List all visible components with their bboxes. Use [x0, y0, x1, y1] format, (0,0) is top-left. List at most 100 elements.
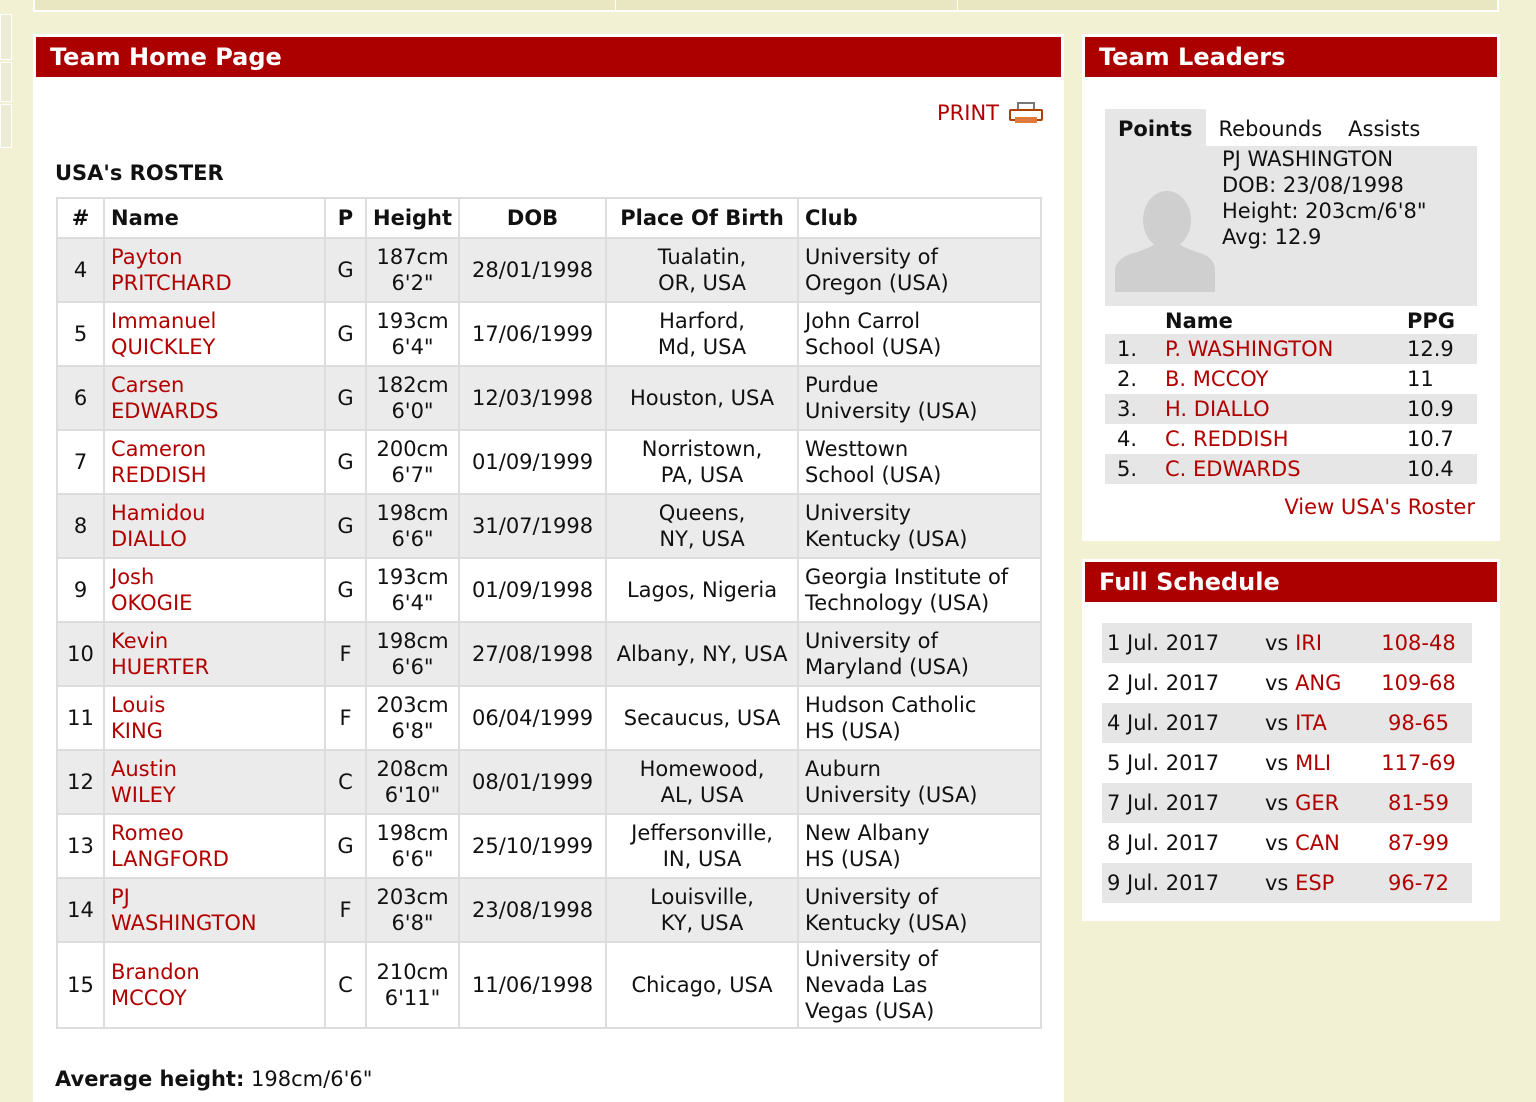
- player-name-link[interactable]: Josh OKOGIE: [103, 557, 326, 623]
- player-name-link-line[interactable]: REDDISH: [111, 462, 318, 488]
- player-number: 13: [56, 813, 105, 879]
- player-name-link-line[interactable]: WILEY: [111, 782, 318, 808]
- game-score-cell[interactable]: 96-72: [1365, 863, 1472, 903]
- tab-points[interactable]: Points: [1105, 109, 1206, 146]
- player-name-link[interactable]: Brandon MCCOY: [103, 941, 326, 1029]
- player-name-link-line[interactable]: WASHINGTON: [111, 910, 318, 936]
- roster-header-row: # Name P Height DOB Place Of Birth Club: [56, 197, 1042, 239]
- player-number-line: 12: [67, 770, 94, 794]
- leader-name-link[interactable]: C. EDWARDS: [1165, 457, 1301, 481]
- player-name-link-line[interactable]: Immanuel: [111, 308, 318, 334]
- player-height-line: 6'6": [391, 527, 434, 551]
- tab-rebounds[interactable]: Rebounds: [1206, 109, 1336, 146]
- player-name-link-line[interactable]: Romeo: [111, 820, 318, 846]
- player-name-link-line[interactable]: MCCOY: [111, 985, 318, 1011]
- nav-separator: [615, 0, 616, 10]
- player-name-link[interactable]: Carsen EDWARDS: [103, 365, 326, 431]
- player-name-link-line[interactable]: Louis: [111, 692, 318, 718]
- game-score-link[interactable]: 109-68: [1381, 671, 1455, 695]
- leader-name-cell[interactable]: C. REDDISH: [1165, 424, 1407, 454]
- opponent-link[interactable]: ITA: [1295, 711, 1327, 735]
- opponent-link[interactable]: GER: [1295, 791, 1339, 815]
- leader-name-link[interactable]: H. DIALLO: [1165, 397, 1270, 421]
- player-name-link-line[interactable]: PJ: [111, 884, 318, 910]
- leader-name-link[interactable]: B. MCCOY: [1165, 367, 1268, 391]
- player-name-link-line[interactable]: Brandon: [111, 959, 318, 985]
- player-height-line: 182cm: [376, 373, 449, 397]
- game-score-cell[interactable]: 81-59: [1365, 783, 1472, 823]
- print-label[interactable]: PRINT: [937, 101, 999, 125]
- game-score-cell[interactable]: 108-48: [1365, 623, 1472, 663]
- player-birthplace-line: Lagos, Nigeria: [626, 578, 778, 602]
- player-name-link-line[interactable]: Payton: [111, 244, 318, 270]
- player-club: Purdue University (USA): [797, 365, 1042, 431]
- player-name-link-line[interactable]: DIALLO: [111, 526, 318, 552]
- player-name-link-line[interactable]: HUERTER: [111, 654, 318, 680]
- player-height-line: 193cm: [376, 309, 449, 333]
- left-edge-tab[interactable]: [0, 104, 12, 148]
- print-link[interactable]: PRINT: [937, 101, 1043, 125]
- game-score-cell[interactable]: 87-99: [1365, 823, 1472, 863]
- player-name-link-line[interactable]: Kevin: [111, 628, 318, 654]
- player-name-link-line[interactable]: LANGFORD: [111, 846, 318, 872]
- schedule-row: 7 Jul. 2017 vs GER 81-59: [1102, 783, 1472, 823]
- vs-label: vs: [1265, 751, 1289, 775]
- player-name-link-line[interactable]: QUICKLEY: [111, 334, 318, 360]
- player-club-line: University (USA): [805, 783, 978, 807]
- leader-name-cell[interactable]: P. WASHINGTON: [1165, 334, 1407, 364]
- player-club: University Kentucky (USA): [797, 493, 1042, 559]
- game-score-link[interactable]: 81-59: [1388, 791, 1449, 815]
- player-name-link-line[interactable]: Hamidou: [111, 500, 318, 526]
- player-name-link-line[interactable]: KING: [111, 718, 318, 744]
- leader-name-link[interactable]: P. WASHINGTON: [1165, 337, 1333, 361]
- player-club-line: HS (USA): [805, 719, 901, 743]
- player-name-link[interactable]: Immanuel QUICKLEY: [103, 301, 326, 367]
- leader-name-cell[interactable]: H. DIALLO: [1165, 394, 1407, 424]
- player-name-link[interactable]: Louis KING: [103, 685, 326, 751]
- player-name-link[interactable]: Romeo LANGFORD: [103, 813, 326, 879]
- tab-assists[interactable]: Assists: [1335, 109, 1433, 146]
- left-edge-tab[interactable]: [0, 62, 12, 102]
- player-name-link-line[interactable]: OKOGIE: [111, 590, 318, 616]
- game-score-link[interactable]: 108-48: [1381, 631, 1455, 655]
- game-score-link[interactable]: 98-65: [1388, 711, 1449, 735]
- game-date: 2 Jul. 2017: [1107, 671, 1220, 695]
- player-position: C: [324, 941, 367, 1029]
- player-name-link-line[interactable]: PRITCHARD: [111, 270, 318, 296]
- player-name-link-line[interactable]: Josh: [111, 564, 318, 590]
- leader-name-cell[interactable]: C. EDWARDS: [1165, 454, 1407, 484]
- left-edge-tab[interactable]: [0, 14, 12, 60]
- opponent-link[interactable]: IRI: [1295, 631, 1322, 655]
- game-score-cell[interactable]: 117-69: [1365, 743, 1472, 783]
- player-name-link[interactable]: Kevin HUERTER: [103, 621, 326, 687]
- view-roster-link[interactable]: View USA's Roster: [1284, 495, 1475, 519]
- printer-icon[interactable]: [1009, 102, 1043, 124]
- opponent-link[interactable]: CAN: [1295, 831, 1340, 855]
- game-score-link[interactable]: 117-69: [1381, 751, 1455, 775]
- player-name-link[interactable]: PJ WASHINGTON: [103, 877, 326, 943]
- player-number-line: 10: [67, 642, 94, 666]
- player-name-link-line[interactable]: Austin: [111, 756, 318, 782]
- opponent-link[interactable]: ESP: [1295, 871, 1334, 895]
- leader-name-cell[interactable]: B. MCCOY: [1165, 364, 1407, 394]
- player-name-link-line[interactable]: Carsen: [111, 372, 318, 398]
- leader-name-link[interactable]: C. REDDISH: [1165, 427, 1289, 451]
- game-score-cell[interactable]: 109-68: [1365, 663, 1472, 703]
- player-club-line: Nevada Las: [805, 973, 928, 997]
- player-name-link[interactable]: Payton PRITCHARD: [103, 237, 326, 303]
- game-score-link[interactable]: 96-72: [1388, 871, 1449, 895]
- game-score-cell[interactable]: 98-65: [1365, 703, 1472, 743]
- player-name-link-line[interactable]: Cameron: [111, 436, 318, 462]
- player-dob: 25/10/1999: [458, 813, 608, 879]
- player-name-link[interactable]: Hamidou DIALLO: [103, 493, 326, 559]
- player-name-link[interactable]: Austin WILEY: [103, 749, 326, 815]
- opponent-link[interactable]: MLI: [1295, 751, 1331, 775]
- player-position-line: G: [337, 514, 354, 538]
- player-name-link[interactable]: Cameron REDDISH: [103, 429, 326, 495]
- opponent-link[interactable]: ANG: [1295, 671, 1341, 695]
- average-height: Average height: 198cm/6'6": [55, 1067, 372, 1091]
- schedule-row: 1 Jul. 2017 vs IRI 108-48: [1102, 623, 1472, 663]
- player-name-link-line[interactable]: EDWARDS: [111, 398, 318, 424]
- game-score-link[interactable]: 87-99: [1388, 831, 1449, 855]
- player-club-line: Purdue: [805, 373, 879, 397]
